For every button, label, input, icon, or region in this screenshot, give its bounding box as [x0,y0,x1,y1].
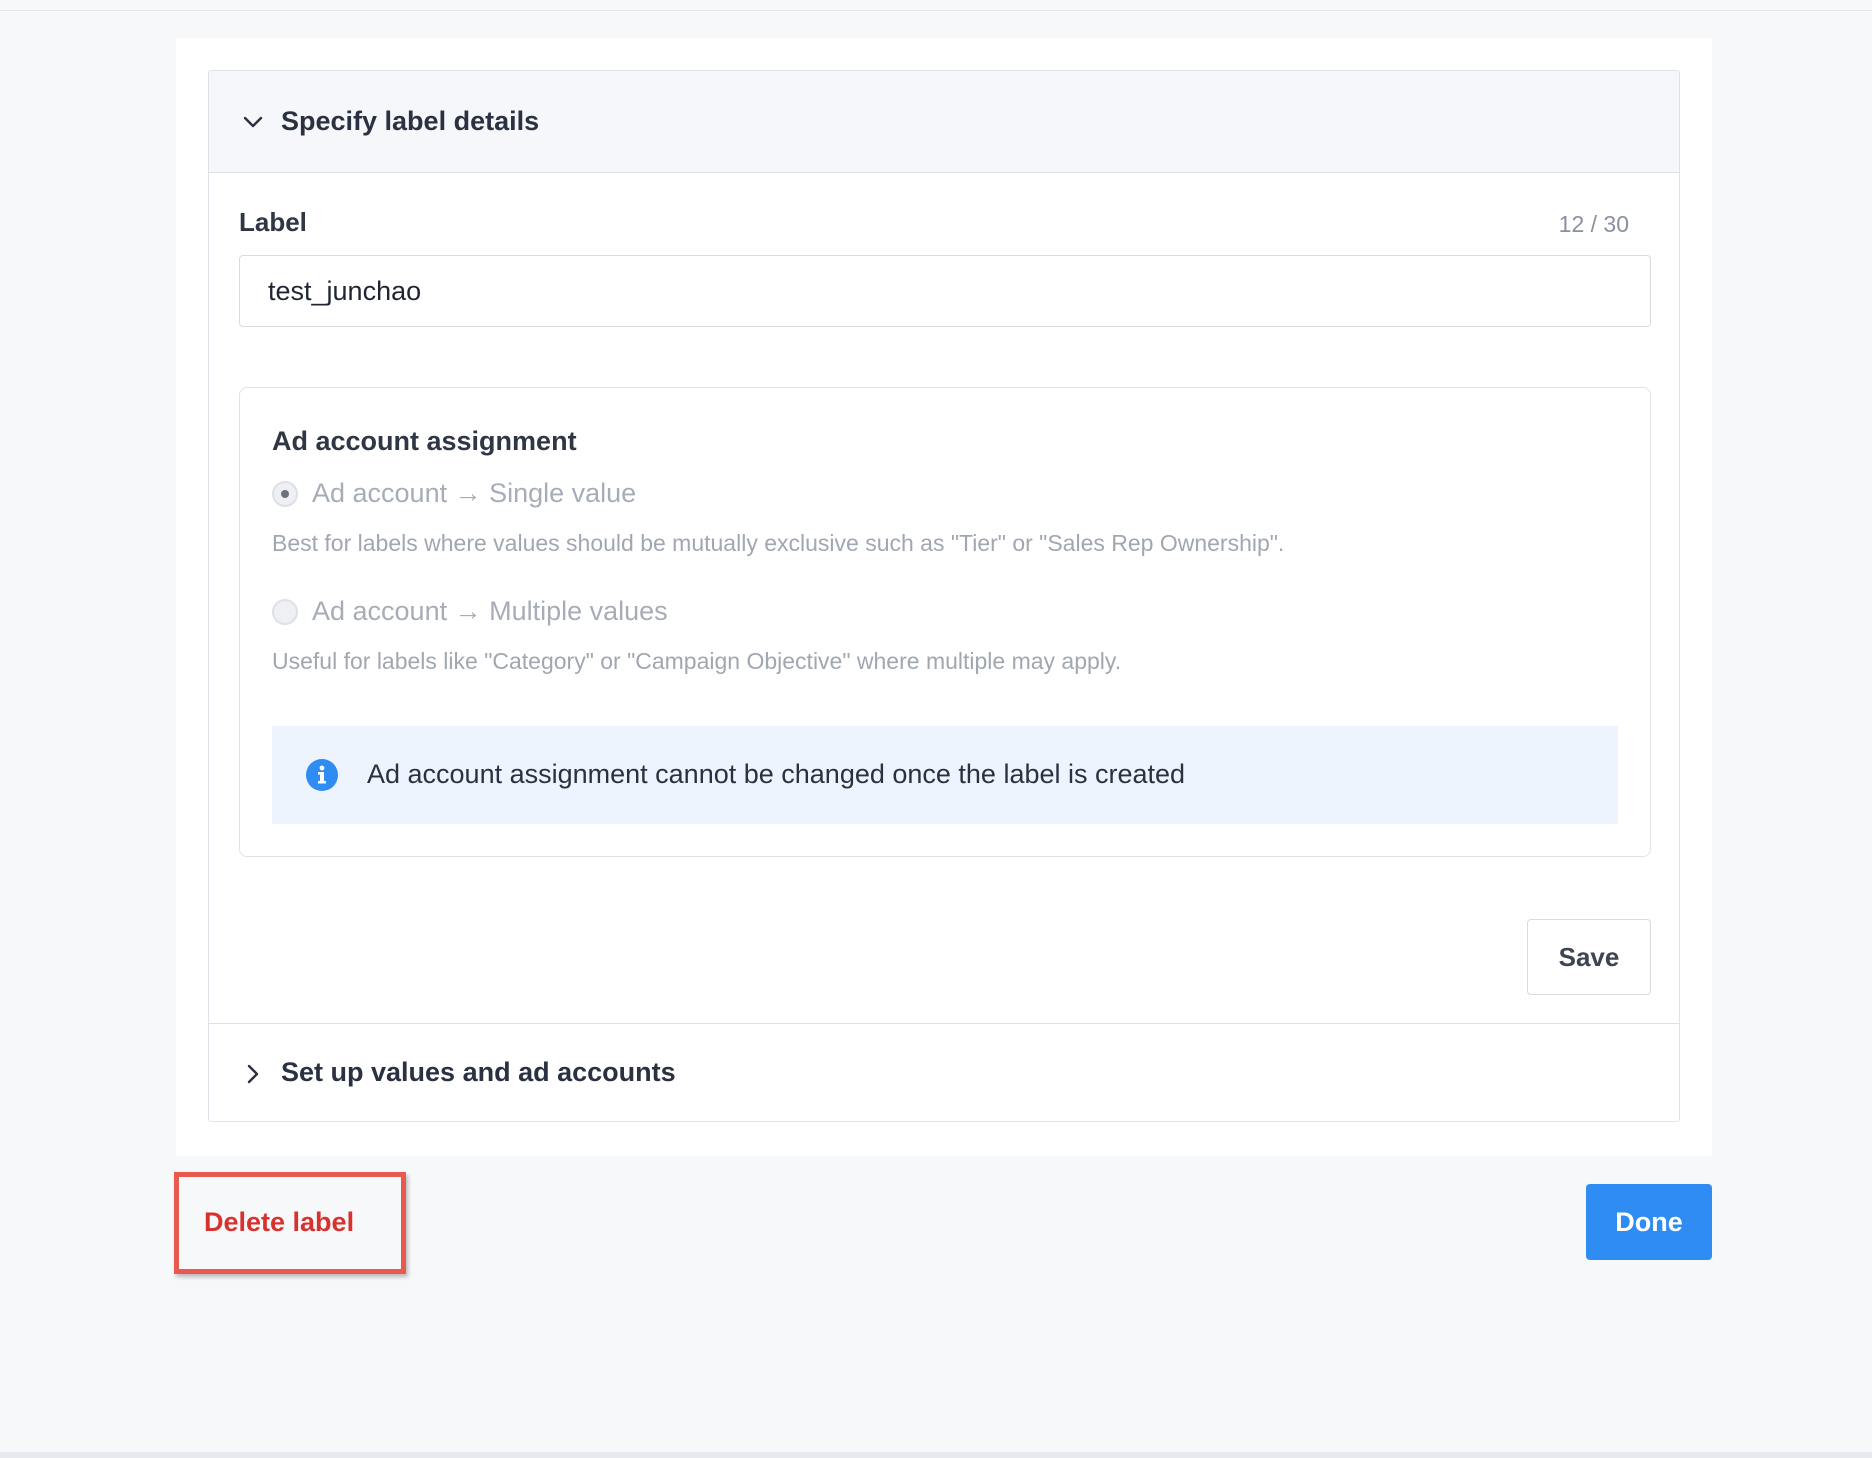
radio-button-single-value[interactable] [272,480,298,507]
radio-option-multiple-values[interactable]: Ad account → Multiple values [272,596,668,627]
label-input[interactable] [239,255,1651,327]
label-field-label: Label [239,207,307,237]
chevron-down-icon [239,108,267,136]
delete-label-button[interactable]: Delete label [188,1192,388,1252]
chevron-right-icon [239,1060,267,1088]
radio-help-single-value: Best for labels where values should be m… [272,530,1285,556]
radio-help-multiple-values: Useful for labels like "Category" or "Ca… [272,648,1122,674]
radio-label-multiple-values: Ad account → Multiple values [312,596,668,626]
radio-label-single-value: Ad account → Single value [312,478,637,508]
character-counter: 12 / 30 [1558,211,1629,237]
info-circle-icon [305,758,339,792]
section-header-label-details[interactable]: Specify label details [209,71,1679,173]
info-banner: Ad account assignment cannot be changed … [272,726,1618,824]
radio-button-multiple-values[interactable] [272,598,298,625]
done-button[interactable]: Done [1586,1184,1712,1260]
save-button[interactable]: Save [1527,919,1651,995]
label-settings-panel: Specify label details Label 12 / 30 Ad a… [208,70,1680,1122]
section-title-values-accounts: Set up values and ad accounts [281,1057,676,1087]
assignment-title: Ad account assignment [272,426,577,456]
ad-account-assignment-box: Ad account assignment Ad account → Singl… [239,387,1651,857]
radio-option-single-value[interactable]: Ad account → Single value [272,478,636,509]
info-banner-text: Ad account assignment cannot be changed … [367,759,1186,789]
section-title-label-details: Specify label details [281,106,540,136]
section-header-values-accounts[interactable]: Set up values and ad accounts [209,1023,1679,1121]
top-divider [0,10,1872,11]
bottom-edge [0,1452,1872,1458]
